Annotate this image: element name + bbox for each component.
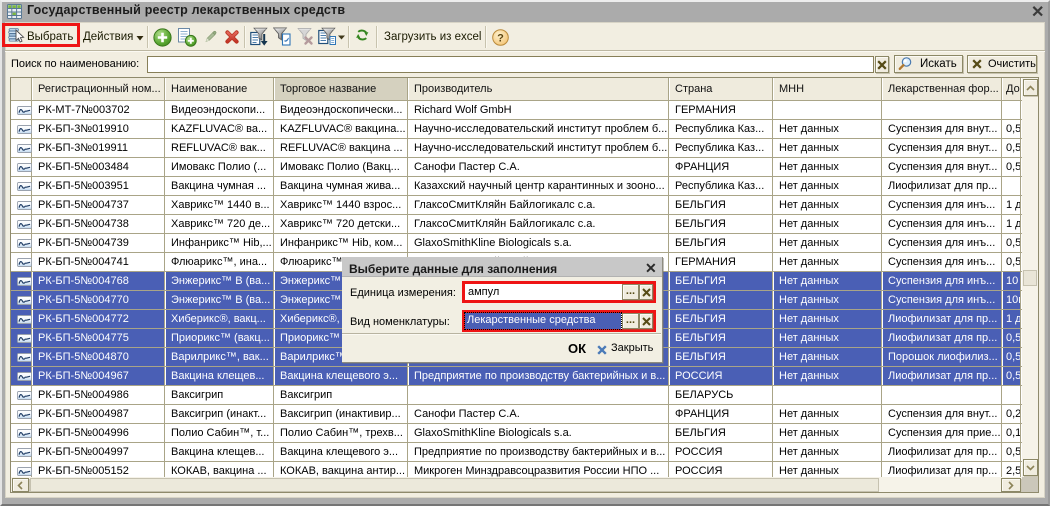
svg-text:?: ? <box>497 33 504 45</box>
